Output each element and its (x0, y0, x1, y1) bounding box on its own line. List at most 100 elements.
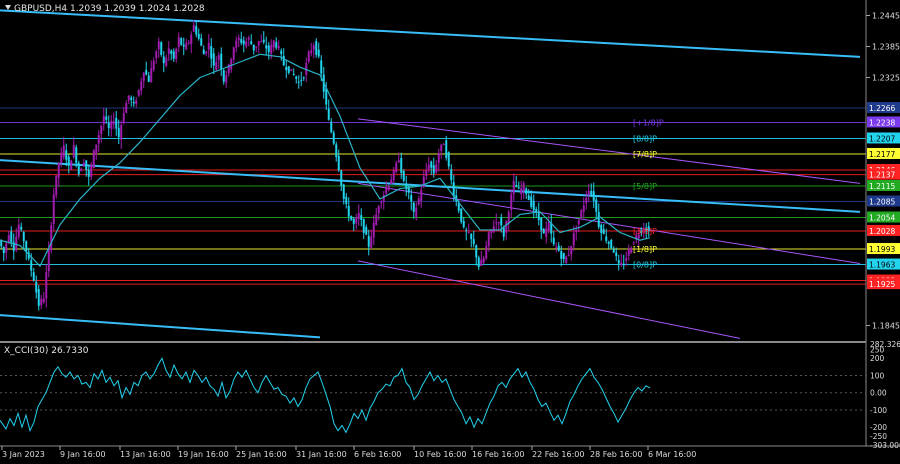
candle-body (35, 281, 38, 293)
candle-body (432, 165, 435, 174)
candle-body (512, 181, 515, 195)
candle-body (70, 160, 73, 170)
time-tick-label: 31 Jan 16:00 (296, 450, 347, 459)
murrey-level-label: 1.1963 (869, 261, 895, 270)
candle-body (245, 41, 248, 47)
candle-body (352, 218, 355, 224)
candle-body (257, 41, 260, 46)
candle-body (150, 68, 153, 83)
candle-body (155, 51, 158, 58)
candle-body (307, 51, 310, 62)
candle-body (115, 117, 118, 129)
candle-body (327, 108, 330, 120)
candle-body (470, 233, 473, 240)
candle-body (130, 97, 133, 100)
candle-body (372, 222, 375, 238)
cci-tick-label: 200 (870, 354, 885, 363)
candle-body (387, 185, 390, 190)
price-tick-label: 1.2385 (872, 43, 900, 52)
murrey-level-label: 1.2028 (869, 227, 895, 236)
candle-body (110, 120, 113, 129)
candle-body (7, 235, 10, 242)
candle-body (170, 50, 173, 54)
candle-body (30, 260, 33, 271)
candle-body (367, 235, 370, 247)
candle-body (605, 236, 608, 241)
candle-body (545, 228, 548, 238)
candle-body (220, 53, 223, 70)
candle-body (542, 228, 545, 234)
time-tick-label: 22 Feb 16:00 (532, 450, 584, 459)
candle-body (102, 116, 105, 125)
cci-header: X_CCI(30) 26.7330 (4, 346, 89, 356)
candle-body (212, 53, 215, 66)
candle-body (182, 44, 185, 47)
time-tick-label: 25 Jan 16:00 (236, 450, 287, 459)
candle-body (125, 103, 128, 113)
candle-body (450, 169, 453, 181)
candle-body (97, 135, 100, 144)
candle-body (95, 144, 98, 155)
candle-body (347, 205, 350, 217)
candle-body (410, 195, 413, 202)
price-tick-label: 1.2445 (872, 12, 900, 21)
candle-body (475, 245, 478, 258)
candle-body (492, 226, 495, 233)
candle-body (230, 59, 233, 70)
candle-body (320, 60, 323, 74)
candle-body (82, 162, 85, 166)
candle-body (377, 206, 380, 213)
chart-canvas[interactable]: [+1/8]P [8/8]P [7/8]P [5/8]P [3/8]P [1/8]P [0/… (0, 0, 900, 460)
candle-body (397, 160, 400, 163)
candle-body (265, 45, 268, 49)
cci-tick-label: -250 (870, 432, 887, 441)
candle-body (72, 145, 75, 158)
candle-body (277, 46, 280, 49)
chart-window: [+1/8]P [8/8]P [7/8]P [5/8]P [3/8]P [1/8]P [0/… (0, 0, 900, 460)
candle-body (402, 170, 405, 181)
candle-body (417, 198, 420, 205)
time-tick-label: 10 Feb 16:00 (414, 450, 466, 459)
candle-body (215, 61, 218, 71)
candle-body (162, 56, 165, 64)
candle-body (255, 46, 258, 48)
candle-body (260, 41, 263, 43)
candle-body (65, 150, 68, 160)
candle-body (85, 160, 88, 170)
candle-body (262, 39, 265, 43)
candle-body (590, 190, 593, 195)
candle-body (145, 70, 148, 75)
candle-body (152, 60, 155, 70)
murrey-level-label: 1.1993 (869, 245, 895, 254)
candle-body (340, 170, 343, 186)
candle-body (582, 205, 585, 212)
candle-body (337, 155, 340, 171)
candle-body (105, 116, 108, 120)
candle-body (425, 170, 428, 177)
candle-body (380, 201, 383, 204)
candle-body (395, 163, 398, 173)
candle-body (415, 207, 418, 218)
candle-body (157, 41, 160, 50)
candle-body (200, 38, 203, 46)
candle-body (247, 37, 250, 40)
candle-body (75, 147, 78, 163)
murrey-level-marker: [3/8]P (633, 227, 657, 236)
candle-body (447, 152, 450, 167)
candle-body (55, 175, 58, 196)
candle-body (375, 214, 378, 225)
candle-body (440, 144, 443, 151)
murrey-level-label: 1.2238 (869, 118, 895, 127)
candle-body (595, 199, 598, 212)
candle-body (37, 289, 40, 306)
candle-body (520, 188, 523, 195)
candle-body (560, 251, 563, 259)
candle-body (615, 252, 618, 257)
candle-body (302, 77, 305, 79)
candle-body (585, 197, 588, 204)
candle-body (252, 44, 255, 51)
candle-body (592, 191, 595, 201)
candle-body (62, 145, 65, 158)
candle-body (137, 89, 140, 96)
candle-body (127, 95, 130, 101)
